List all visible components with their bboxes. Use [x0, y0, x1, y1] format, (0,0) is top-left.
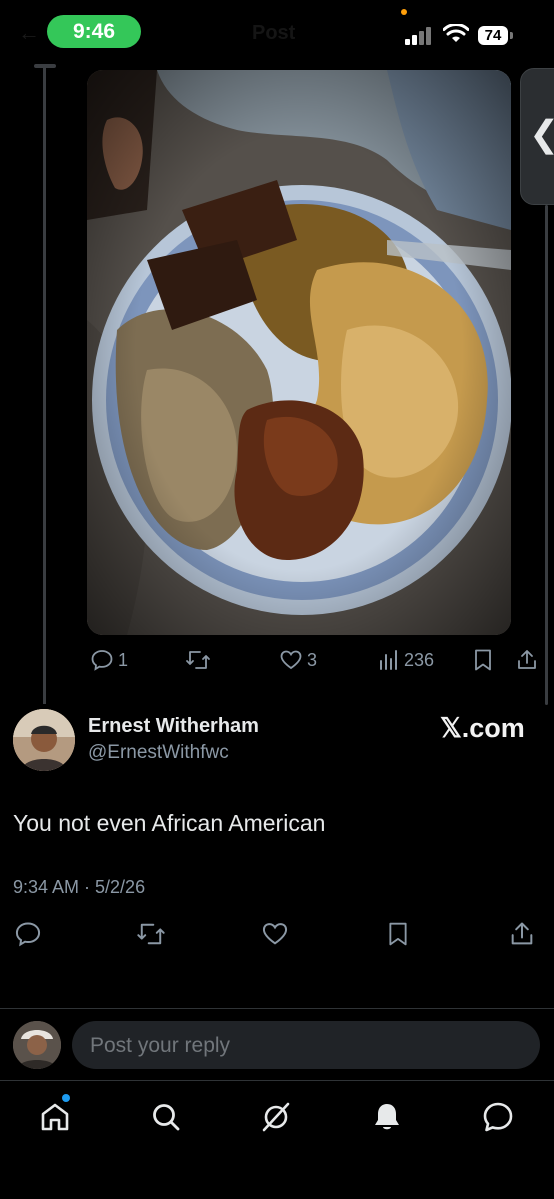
- bookmark-icon: [475, 649, 491, 671]
- repost-action[interactable]: [185, 648, 211, 672]
- home-unread-dot: [62, 1094, 70, 1102]
- scrollbar[interactable]: [545, 205, 548, 705]
- views-action[interactable]: 236: [378, 649, 434, 671]
- wifi-icon: [443, 24, 469, 42]
- page-title: Post: [252, 22, 296, 44]
- chevron-left-icon: ❮: [529, 113, 554, 155]
- author-avatar[interactable]: [13, 709, 75, 771]
- status-time: 9:46: [47, 15, 141, 48]
- heart-icon: [262, 923, 288, 945]
- share-button[interactable]: [508, 920, 536, 948]
- view-count: 236: [404, 649, 435, 670]
- bookmark-button[interactable]: [386, 920, 410, 948]
- cellular-signal-icon: [405, 27, 435, 45]
- search-icon[interactable]: [149, 1100, 183, 1134]
- bottom-nav: [0, 1081, 554, 1199]
- share-icon: [511, 922, 533, 945]
- avatar-photo: [13, 709, 75, 771]
- messages-icon[interactable]: [481, 1100, 515, 1134]
- heart-icon: [280, 650, 302, 670]
- bookmark-action[interactable]: [472, 648, 494, 672]
- post-photo[interactable]: [87, 70, 511, 635]
- repost-button[interactable]: [136, 920, 166, 948]
- side-drawer-tab[interactable]: ❮: [520, 68, 554, 205]
- repost-icon: [137, 923, 165, 945]
- x-com-watermark: 𝕏.com: [440, 713, 525, 743]
- avatar-photo: [13, 1021, 61, 1069]
- grok-icon[interactable]: [259, 1100, 293, 1134]
- reply-icon: [15, 922, 41, 947]
- my-avatar[interactable]: [13, 1021, 61, 1069]
- reply-placeholder: Post your reply: [90, 1034, 231, 1057]
- post-text: You not even African American: [13, 810, 326, 836]
- battery-indicator: 74: [478, 26, 508, 45]
- share-action[interactable]: [515, 648, 539, 672]
- notifications-icon[interactable]: [370, 1100, 404, 1134]
- author-name[interactable]: Ernest Witherham: [88, 715, 259, 738]
- share-icon: [518, 650, 536, 669]
- reply-action[interactable]: 1: [90, 648, 128, 672]
- battery-tip: [510, 32, 513, 39]
- status-bar: ← Post 9:46 74: [0, 0, 554, 64]
- thread-line: [43, 64, 46, 704]
- like-count: 3: [307, 649, 318, 670]
- reply-input[interactable]: Post your reply: [72, 1021, 540, 1069]
- like-action[interactable]: 3: [279, 648, 317, 672]
- like-button[interactable]: [260, 920, 290, 948]
- food-plate-photo: [87, 70, 511, 635]
- views-icon: [380, 650, 397, 670]
- home-icon[interactable]: [38, 1100, 72, 1134]
- privacy-indicator-icon: [401, 9, 407, 15]
- post-timestamp[interactable]: 9:34 AM · 5/2/26: [13, 877, 145, 898]
- divider: [0, 1008, 554, 1009]
- reply-button[interactable]: [14, 920, 42, 948]
- reply-count: 1: [118, 649, 129, 670]
- back-arrow-icon[interactable]: ←: [18, 20, 40, 46]
- bookmark-icon: [389, 922, 407, 946]
- author-handle[interactable]: @ErnestWithfwc: [88, 742, 229, 764]
- repost-icon: [186, 651, 210, 669]
- reply-icon: [91, 650, 113, 671]
